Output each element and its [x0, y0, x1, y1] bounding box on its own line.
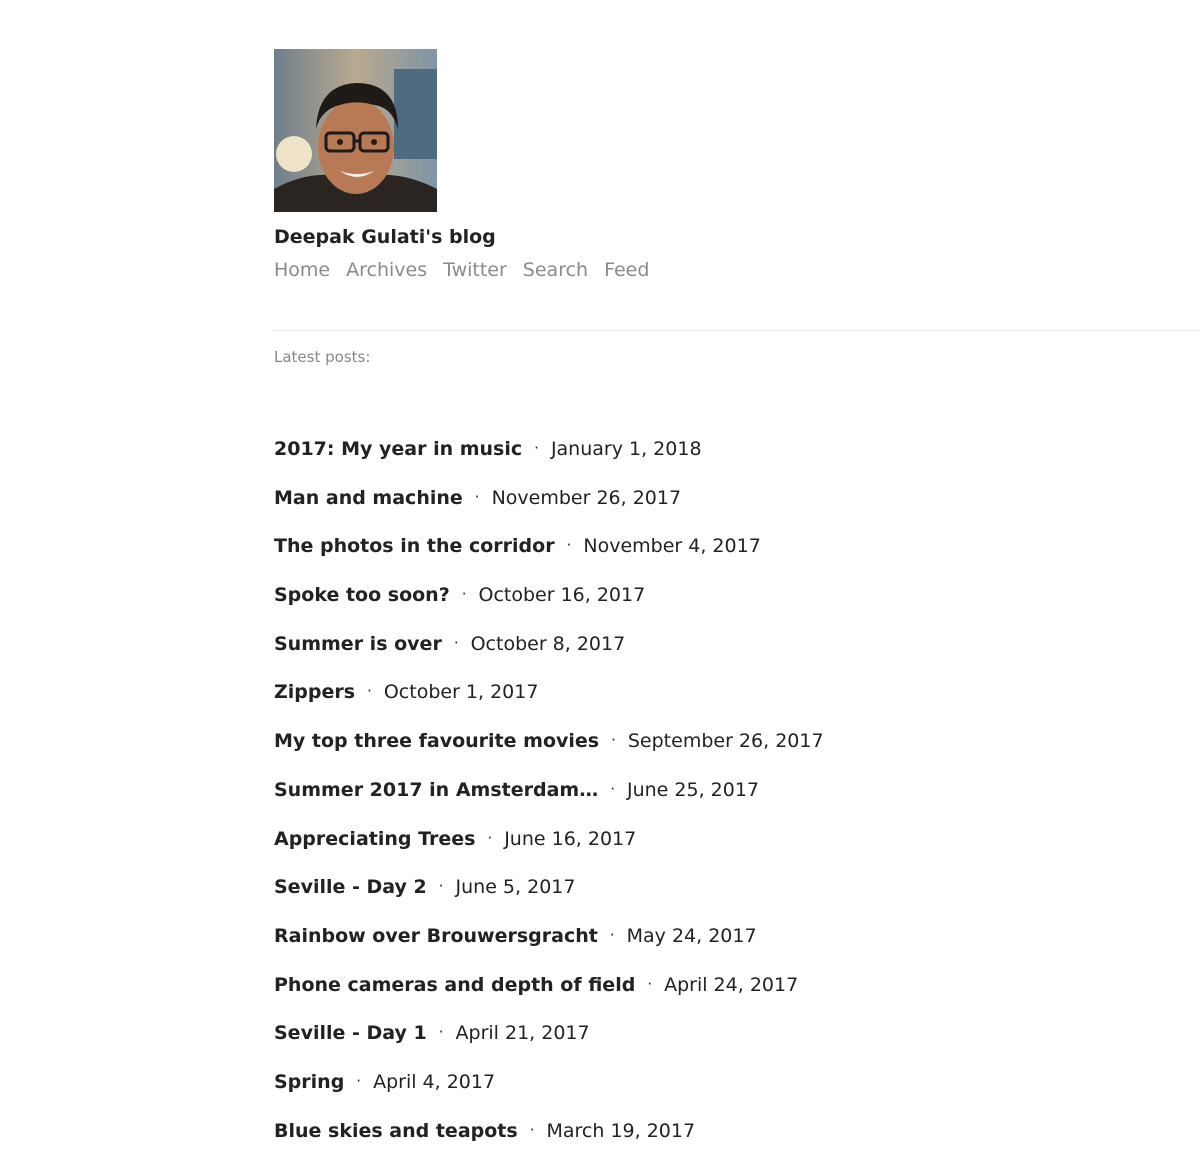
- nav-link-search[interactable]: Search: [523, 259, 588, 281]
- latest-posts-label: Latest posts:: [274, 348, 371, 366]
- post-title-link[interactable]: My top three favourite movies: [274, 730, 599, 752]
- post-title-link[interactable]: Rainbow over Brouwersgracht: [274, 925, 598, 947]
- post-date: May 24, 2017: [626, 924, 757, 947]
- nav-link-feed[interactable]: Feed: [604, 259, 649, 281]
- post-date: October 16, 2017: [478, 584, 646, 607]
- post-title-link[interactable]: 2017: My year in music: [274, 438, 522, 460]
- post-separator: ·: [438, 1023, 444, 1042]
- post-title-link[interactable]: Blue skies and teapots: [274, 1120, 518, 1142]
- post-title-link[interactable]: Summer 2017 in Amsterdam…: [274, 779, 598, 801]
- list-item: Phone cameras and depth of field · April 2…: [274, 973, 1200, 1022]
- nav-link-twitter[interactable]: Twitter: [443, 259, 507, 281]
- post-title-link[interactable]: Spring: [274, 1071, 344, 1093]
- post-date: April 21, 2017: [455, 1022, 590, 1045]
- post-date: September 26, 2017: [627, 730, 824, 753]
- post-separator: ·: [610, 779, 615, 798]
- post-date: June 16, 2017: [504, 827, 637, 850]
- post-date: October 8, 2017: [470, 632, 626, 655]
- post-separator: ·: [461, 585, 467, 604]
- nav-link-archives[interactable]: Archives: [346, 259, 427, 281]
- list-item: Summer is over · October 8, 2017: [274, 632, 1200, 681]
- post-separator: ·: [611, 731, 616, 750]
- list-item: Appreciating Trees · June 16, 2017: [274, 827, 1200, 876]
- list-item: Blue skies and teapots · March 19, 2017: [274, 1119, 1200, 1167]
- list-item: Zippers · October 1, 2017: [274, 680, 1200, 729]
- list-item: Seville - Day 2 · June 5, 2017: [274, 875, 1200, 924]
- blog-title[interactable]: Deepak Gulati's blog: [274, 225, 496, 249]
- divider: [274, 330, 1200, 331]
- post-separator: ·: [529, 1120, 535, 1139]
- list-item: 2017: My year in music · January 1, 2018: [274, 437, 1200, 486]
- post-separator: ·: [609, 925, 615, 944]
- post-date: June 5, 2017: [455, 876, 576, 899]
- page-container: Deepak Gulati's blog Home Archives Twitt…: [274, 49, 1200, 1167]
- list-item: Rainbow over Brouwersgracht · May 24, 2017: [274, 924, 1200, 973]
- post-title-link[interactable]: Zippers: [274, 681, 355, 703]
- post-title-link[interactable]: Appreciating Trees: [274, 828, 475, 850]
- post-date: April 4, 2017: [373, 1070, 496, 1093]
- list-item: The photos in the corridor · November 4, 2…: [274, 534, 1200, 583]
- post-title-link[interactable]: Summer is over: [274, 633, 442, 655]
- avatar[interactable]: [274, 49, 437, 212]
- list-item: Seville - Day 1 · April 21, 2017: [274, 1021, 1200, 1070]
- list-item: My top three favourite movies · September …: [274, 729, 1200, 778]
- post-separator: ·: [453, 633, 459, 652]
- post-title-link[interactable]: The photos in the corridor: [274, 535, 555, 557]
- post-separator: ·: [438, 877, 444, 896]
- post-title-link[interactable]: Spoke too soon?: [274, 584, 450, 606]
- post-list: 2017: My year in music · January 1, 2018 Ma…: [274, 437, 1200, 1167]
- post-date: October 1, 2017: [383, 681, 539, 704]
- main-nav: Home Archives Twitter Search Feed: [274, 259, 1200, 281]
- post-date: November 4, 2017: [583, 535, 761, 558]
- post-title-link[interactable]: Seville - Day 1: [274, 1022, 427, 1044]
- post-separator: ·: [367, 682, 372, 701]
- list-item: Summer 2017 in Amsterdam… · June 25, 2017: [274, 778, 1200, 827]
- post-date: November 26, 2017: [491, 486, 682, 509]
- list-item: Man and machine · November 26, 2017: [274, 486, 1200, 535]
- post-title-link[interactable]: Phone cameras and depth of field: [274, 974, 635, 996]
- post-separator: ·: [566, 536, 572, 555]
- list-item: Spoke too soon? · October 16, 2017: [274, 583, 1200, 632]
- post-date: April 24, 2017: [664, 973, 799, 996]
- post-separator: ·: [356, 1071, 362, 1090]
- avatar-photo: [274, 49, 437, 212]
- post-separator: ·: [474, 487, 480, 506]
- post-separator: ·: [487, 828, 493, 847]
- post-date: June 25, 2017: [626, 778, 760, 801]
- post-title-link[interactable]: Man and machine: [274, 487, 463, 509]
- post-title-link[interactable]: Seville - Day 2: [274, 876, 427, 898]
- post-separator: ·: [647, 974, 653, 993]
- list-item: Spring · April 4, 2017: [274, 1070, 1200, 1119]
- post-separator: ·: [534, 439, 539, 457]
- nav-link-home[interactable]: Home: [274, 259, 330, 281]
- post-date: January 1, 2018: [550, 438, 702, 460]
- post-date: March 19, 2017: [546, 1119, 696, 1142]
